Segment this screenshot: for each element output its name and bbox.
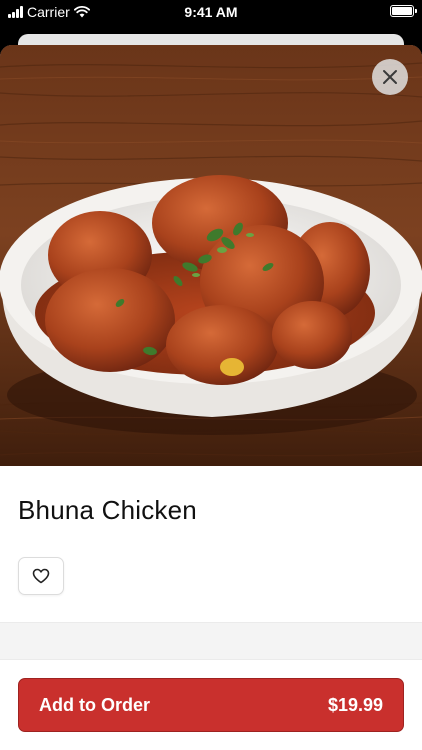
item-detail-sheet: Bhuna Chicken Add to Order $19.99 (0, 45, 422, 750)
item-title: Bhuna Chicken (18, 495, 197, 525)
close-icon (383, 70, 397, 84)
item-photo (0, 45, 422, 466)
add-to-order-button[interactable]: Add to Order $19.99 (18, 678, 404, 732)
close-button[interactable] (372, 59, 408, 95)
add-to-order-label: Add to Order (39, 694, 150, 715)
section-divider (0, 622, 422, 660)
battery-icon (390, 5, 417, 17)
item-price: $19.99 (327, 694, 383, 715)
status-time: 9:41 AM (184, 4, 238, 20)
heart-icon (32, 568, 50, 584)
status-bar: Carrier 9:41 AM (0, 0, 422, 24)
favorite-button[interactable] (18, 557, 64, 595)
